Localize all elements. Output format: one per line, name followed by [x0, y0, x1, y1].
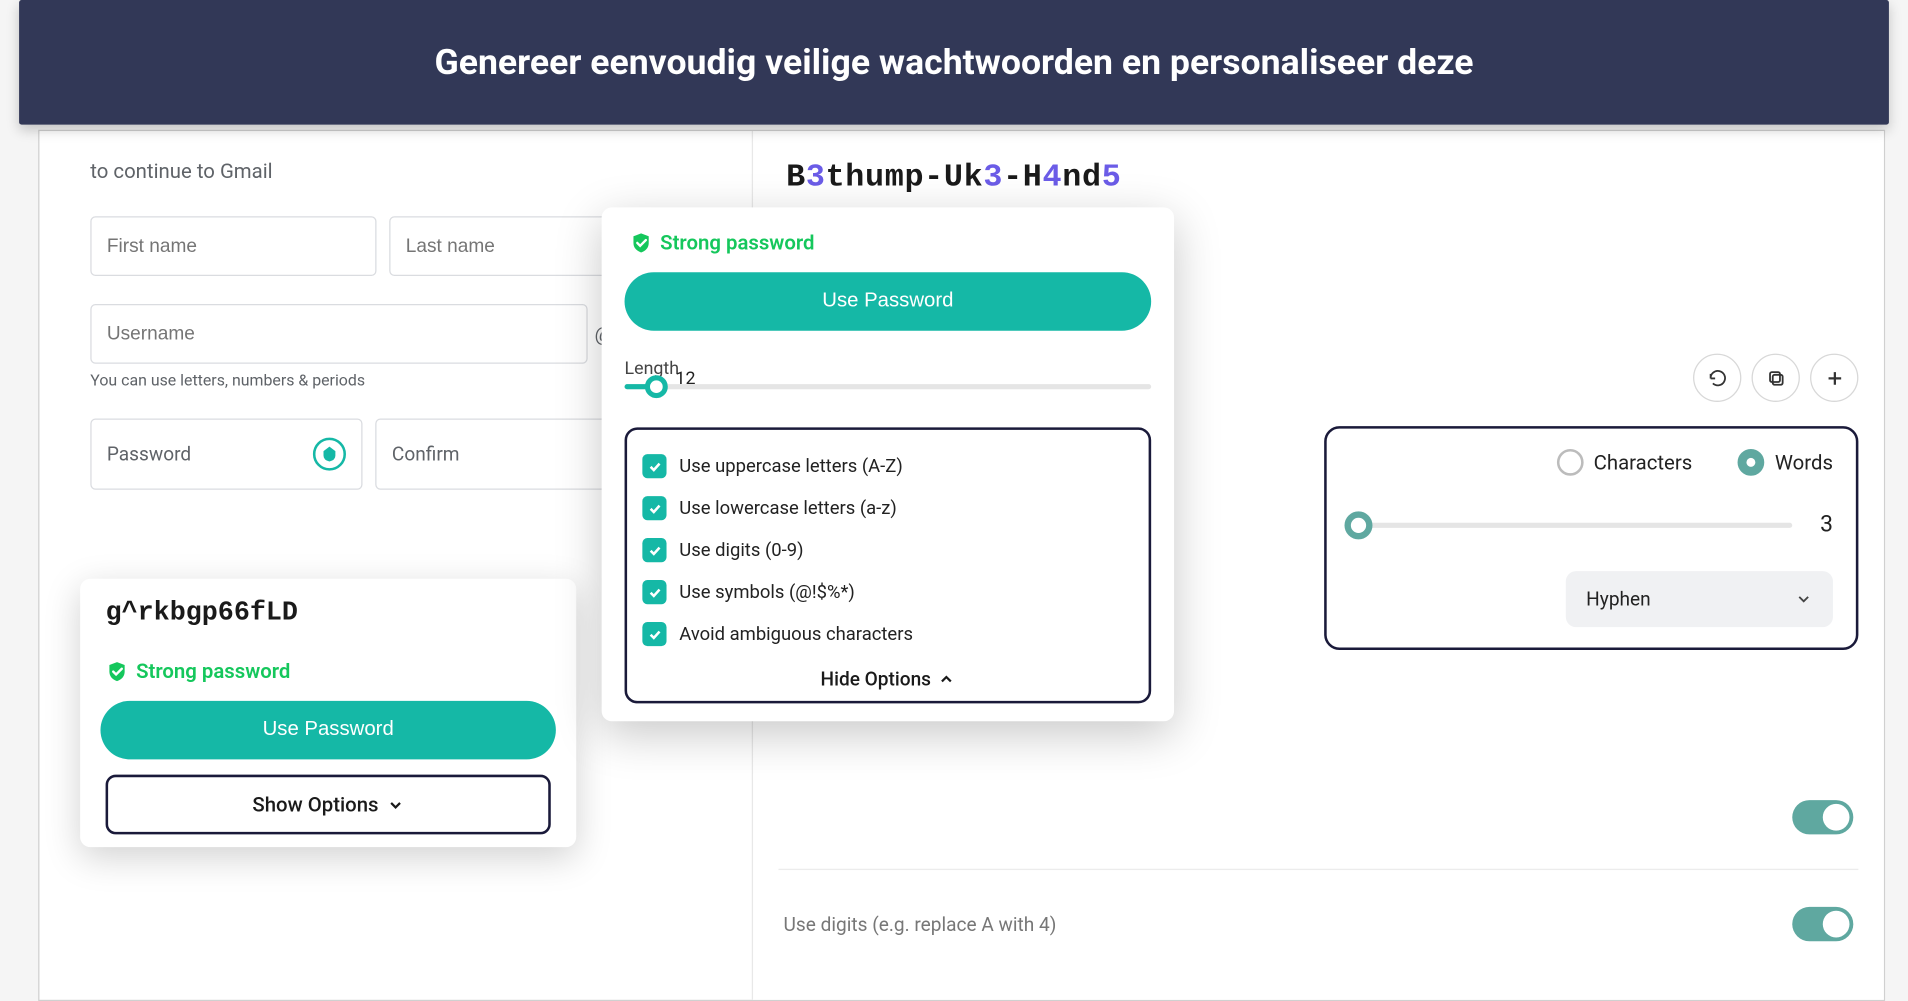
option-symbols[interactable]: Use symbols (@!$%*)	[640, 571, 1136, 613]
content-area: to continue to Gmail @ You can use lette…	[38, 130, 1885, 1001]
generated-passphrase: B3thump-Uk3-H4nd5	[786, 159, 1121, 196]
toggle-switch-digits[interactable]	[1792, 907, 1853, 941]
radio-characters-label: Characters	[1594, 450, 1693, 474]
strength-indicator: Strong password	[100, 659, 555, 683]
show-options-button[interactable]: Show Options	[106, 775, 551, 835]
radio-icon	[1557, 449, 1584, 476]
google-signup-form: to continue to Gmail @ You can use lette…	[90, 159, 612, 490]
divider	[778, 869, 1858, 870]
separator-label: Hyphen	[1586, 588, 1651, 611]
use-password-button-large[interactable]: Use Password	[625, 272, 1152, 331]
refresh-button[interactable]	[1693, 354, 1741, 402]
separator-dropdown[interactable]: Hyphen	[1566, 571, 1833, 627]
use-password-button[interactable]: Use Password	[100, 701, 555, 760]
checkbox-icon[interactable]	[642, 454, 666, 478]
slider-thumb[interactable]	[645, 375, 668, 398]
option-label: Use digits (0-9)	[679, 539, 803, 561]
password-placeholder: Password	[107, 443, 191, 466]
continue-text: to continue to Gmail	[90, 159, 612, 183]
strength-indicator-large: Strong password	[625, 230, 1152, 254]
chevron-up-icon	[937, 670, 955, 688]
banner-title: Genereer eenvoudig veilige wachtwoorden …	[19, 0, 1889, 125]
option-label: Avoid ambiguous characters	[679, 623, 913, 645]
chevron-down-icon	[1795, 590, 1813, 608]
hide-options-label: Hide Options	[821, 668, 931, 691]
slider-thumb[interactable]	[1344, 511, 1372, 539]
shield-check-icon	[106, 660, 129, 683]
length-value: 12	[675, 369, 706, 389]
username-helper: You can use letters, numbers & periods	[90, 371, 612, 390]
shield-check-icon	[630, 231, 653, 254]
option-label: Use lowercase letters (a-z)	[679, 497, 897, 519]
radio-characters[interactable]: Characters	[1557, 449, 1692, 476]
option-ambiguous[interactable]: Avoid ambiguous characters	[640, 613, 1136, 655]
hide-options-button[interactable]: Hide Options	[640, 668, 1136, 691]
option-digits[interactable]: Use digits (0-9)	[640, 529, 1136, 571]
copy-button[interactable]	[1752, 354, 1800, 402]
option-uppercase[interactable]: Use uppercase letters (A-Z)	[640, 445, 1136, 487]
option-label: Use uppercase letters (A-Z)	[679, 455, 903, 477]
username-input[interactable]	[90, 304, 587, 364]
add-button[interactable]	[1810, 354, 1858, 402]
password-popup-large: Strong password Use Password Length 12 U…	[602, 207, 1174, 721]
confirm-placeholder: Confirm	[392, 443, 460, 466]
strength-label: Strong password	[136, 659, 290, 683]
checkbox-icon[interactable]	[642, 496, 666, 520]
checkbox-icon[interactable]	[642, 622, 666, 646]
options-box: Use uppercase letters (A-Z) Use lowercas…	[625, 427, 1152, 703]
first-name-input[interactable]	[90, 216, 376, 276]
radio-words[interactable]: Words	[1738, 449, 1833, 476]
checkbox-icon[interactable]	[642, 538, 666, 562]
confirm-input[interactable]: Confirm	[375, 418, 611, 489]
generated-password: g^rkbgp66fLD	[100, 599, 555, 628]
strength-label-large: Strong password	[660, 230, 814, 254]
option-label: Use symbols (@!$%*)	[679, 581, 855, 603]
word-count-slider[interactable]	[1350, 522, 1793, 527]
toggle-row-1	[1792, 800, 1853, 834]
radio-words-label: Words	[1775, 450, 1833, 474]
show-options-label: Show Options	[252, 792, 378, 816]
chevron-down-icon	[386, 796, 404, 814]
toggle-switch-1[interactable]	[1792, 800, 1853, 834]
option-lowercase[interactable]: Use lowercase letters (a-z)	[640, 487, 1136, 529]
nordpass-icon[interactable]	[313, 438, 346, 471]
word-count-value: 3	[1810, 511, 1833, 538]
password-popup-small: g^rkbgp66fLD Strong password Use Passwor…	[80, 579, 576, 847]
password-input[interactable]: Password	[90, 418, 362, 489]
checkbox-icon[interactable]	[642, 580, 666, 604]
words-config-box: Characters Words 3 Hyphen	[1324, 426, 1858, 650]
toggle-row-digits: Use digits (e.g. replace A with 4)	[784, 907, 1854, 941]
toggle-digits-label: Use digits (e.g. replace A with 4)	[784, 913, 1057, 936]
banner-text: Genereer eenvoudig veilige wachtwoorden …	[434, 39, 1473, 85]
radio-icon-selected	[1738, 449, 1765, 476]
